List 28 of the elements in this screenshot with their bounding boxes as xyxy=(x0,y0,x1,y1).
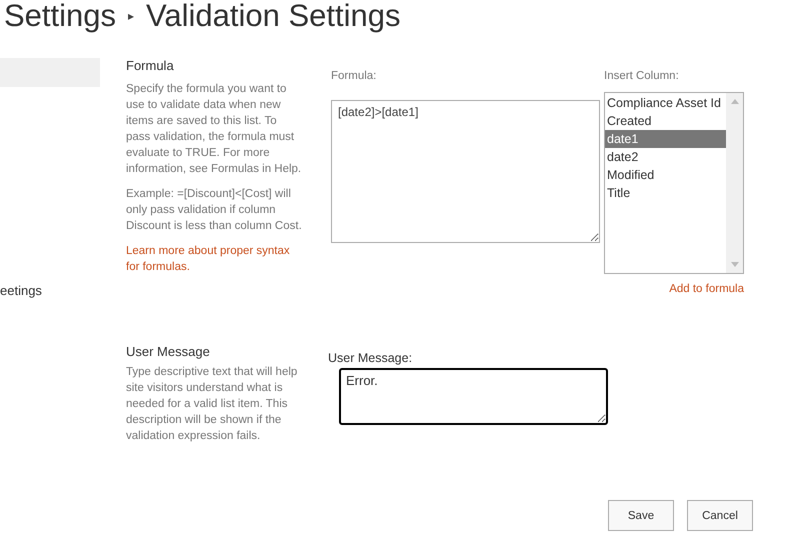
breadcrumb-separator: ▸ xyxy=(128,9,134,23)
scroll-up-icon[interactable] xyxy=(730,99,738,104)
section-description: Type descriptive text that will help site visitors understand what is needed for a valid list item. This description will be shown if the validation expression fails. xyxy=(126,365,298,444)
scroll-down-icon[interactable] xyxy=(730,262,738,267)
section-heading: Formula xyxy=(126,58,175,73)
form-button[interactable]: Save xyxy=(608,500,674,531)
page-title: Validation Settings xyxy=(146,0,400,34)
section-description: Specify the formula you want to use to validate data when new items are saved to this list. To pass validation, the formula must evaluate to TRUE. For more information, see Formulas in Help. xyxy=(126,82,302,177)
list-option[interactable]: date1 xyxy=(605,130,726,148)
syntax-help-link[interactable]: Learn more about proper syntax for formulas. xyxy=(126,243,304,275)
field-label: Insert Column: xyxy=(604,70,680,84)
formula-input[interactable]: [date2]>[date1] xyxy=(331,100,600,243)
list-option[interactable]: Title xyxy=(605,184,726,202)
list-option[interactable]: Compliance Asset Id xyxy=(605,94,726,112)
nav-link[interactable]: eetings xyxy=(0,283,100,298)
list-option[interactable]: Modified xyxy=(605,166,726,184)
breadcrumb-link[interactable]: Settings xyxy=(4,0,116,34)
field-label: Formula: xyxy=(331,70,378,84)
user-message-input[interactable]: Error. xyxy=(339,368,608,425)
section-heading: User Message xyxy=(126,344,211,359)
field-label: User Message: xyxy=(328,351,414,365)
add-to-formula-link[interactable]: Add to formula xyxy=(669,281,744,297)
form-button[interactable]: Cancel xyxy=(687,500,753,531)
scrollbar[interactable] xyxy=(726,93,743,273)
example-text: Example: =[Discount]<[Cost] will only pass validation if column Discount is less than column Cost. xyxy=(126,187,303,234)
column-listbox[interactable]: Compliance Asset Id Created date1 date2 Modified Title xyxy=(604,92,744,274)
list-option[interactable]: Created xyxy=(605,112,726,130)
list-option[interactable]: date2 xyxy=(605,148,726,166)
